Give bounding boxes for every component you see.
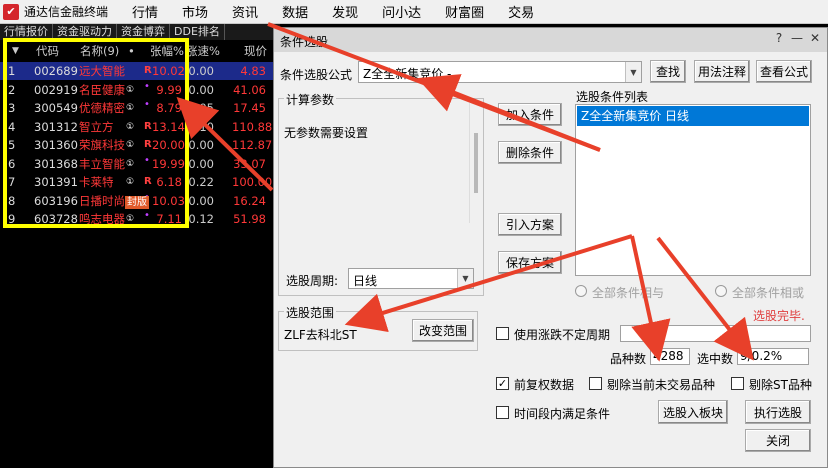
period-input[interactable] — [620, 325, 811, 342]
find-button[interactable]: 查找 — [650, 60, 686, 83]
count-label: 品种数 — [610, 352, 647, 366]
app-logo-icon: ✔ — [3, 3, 19, 20]
selected-label: 选中数 — [697, 352, 734, 366]
minimize-icon[interactable]: — — [789, 31, 805, 45]
stock-speed: 0.00 — [188, 82, 214, 97]
menu-news[interactable]: 资讯 — [232, 2, 258, 21]
menu-quotes[interactable]: 行情 — [132, 2, 158, 21]
formula-value: Z全全新集竞价 - — [363, 67, 452, 81]
formula-label: 条件选股公式 — [280, 68, 353, 82]
use-period-label: 使用涨跌不定周期 — [514, 328, 611, 342]
time-period-label: 时间段内满足条件 — [514, 407, 611, 421]
range-value: ZLF去科北ST — [284, 328, 357, 342]
stock-price: 100.00 — [232, 175, 273, 189]
menu-market[interactable]: 市场 — [182, 2, 208, 21]
adj-data-checkbox[interactable]: ✓ — [496, 377, 509, 390]
header-speed[interactable]: 涨速% — [186, 42, 220, 60]
close-icon[interactable]: ✕ — [807, 31, 823, 45]
menu-data[interactable]: 数据 — [282, 2, 308, 21]
range-title: 选股范围 — [284, 304, 337, 321]
stock-speed: 0.22 — [188, 175, 214, 189]
menu-discover[interactable]: 发现 — [332, 2, 358, 21]
view-formula-button[interactable]: 查看公式 — [756, 60, 812, 83]
to-block-button[interactable]: 选股入板块 — [658, 400, 728, 424]
use-period-checkbox[interactable] — [496, 327, 509, 340]
exclude-untraded-checkbox[interactable] — [589, 377, 602, 390]
menu-bar: ✔ 通达信金融终端 行情 市场 资讯 数据 发现 问小达 财富圈 交易 — [0, 0, 828, 24]
count-value: 4288 — [650, 348, 690, 365]
stock-price: 112.87 — [232, 138, 273, 152]
formula-select[interactable]: Z全全新集竞价 - ▼ — [358, 61, 642, 83]
menu-wealth[interactable]: 财富圈 — [445, 2, 484, 21]
stock-speed: 0.10 — [188, 119, 214, 134]
status-text: 选股完毕. — [753, 309, 805, 323]
radio-all-and-label: 全部条件相与 — [592, 286, 665, 300]
radio-all-and[interactable] — [575, 285, 587, 297]
exclude-st-label: 剔除ST品种 — [749, 378, 812, 392]
save-plan-button[interactable]: 保存方案 — [498, 251, 562, 274]
stock-speed: 0.05 — [188, 101, 214, 115]
radio-all-or[interactable] — [715, 285, 727, 297]
import-plan-button[interactable]: 引入方案 — [498, 213, 562, 236]
condition-listbox[interactable]: Z全全新集竞价 日线 — [575, 104, 811, 276]
exclude-st-checkbox[interactable] — [731, 377, 744, 390]
stock-speed: 0.00 — [188, 64, 214, 78]
time-period-checkbox[interactable] — [496, 406, 509, 419]
header-price[interactable]: 现价 — [244, 42, 267, 60]
period-select[interactable]: 日线 ▼ — [348, 268, 474, 289]
stock-speed: 0.00 — [188, 138, 214, 152]
period-value: 日线 — [353, 274, 378, 288]
condition-select-dialog: 条件选股 ? — ✕ 条件选股公式 Z全全新集竞价 - ▼ 查找 用法注释 查看… — [273, 27, 828, 468]
stock-speed: 0.00 — [188, 156, 214, 171]
stock-price: 17.45 — [233, 101, 266, 115]
period-label: 选股周期: — [286, 274, 339, 288]
chevron-down-icon[interactable]: ▼ — [457, 269, 473, 288]
add-condition-button[interactable]: 加入条件 — [498, 103, 562, 126]
dialog-title: 条件选股 — [280, 35, 329, 49]
help-icon[interactable]: ? — [771, 31, 787, 45]
stock-price: 33.07 — [233, 156, 266, 171]
calc-params-title: 计算参数 — [284, 91, 337, 108]
menu-trade[interactable]: 交易 — [508, 2, 534, 21]
usage-button[interactable]: 用法注释 — [694, 60, 750, 83]
calc-params-text: 无参数需要设置 — [284, 126, 369, 140]
stock-price: 4.83 — [240, 64, 266, 78]
adj-data-label: 前复权数据 — [514, 378, 575, 392]
stock-price: 41.06 — [233, 82, 266, 97]
condition-list-title: 选股条件列表 — [576, 90, 649, 104]
condition-list-item[interactable]: Z全全新集竞价 日线 — [577, 106, 809, 126]
chevron-down-icon[interactable]: ▼ — [625, 62, 641, 82]
scrollbar-thumb[interactable] — [474, 133, 478, 193]
delete-condition-button[interactable]: 删除条件 — [498, 141, 562, 164]
stock-speed: 0.12 — [188, 212, 214, 226]
menu-ask[interactable]: 问小达 — [382, 2, 421, 21]
stock-price: 51.98 — [233, 212, 266, 226]
highlight-frame — [3, 38, 189, 228]
execute-button[interactable]: 执行选股 — [745, 400, 811, 424]
stock-price: 16.24 — [233, 193, 266, 208]
radio-all-or-label: 全部条件相或 — [732, 286, 805, 300]
exclude-untraded-label: 剔除当前未交易品种 — [607, 378, 716, 392]
stock-price: 110.88 — [232, 119, 273, 134]
app-title: 通达信金融终端 — [24, 5, 109, 19]
close-button[interactable]: 关闭 — [745, 429, 811, 452]
selected-value: 9/0.2% — [737, 348, 809, 365]
calc-params-scrollbar[interactable] — [469, 103, 481, 223]
dialog-titlebar: 条件选股 ? — ✕ — [274, 28, 827, 52]
change-range-button[interactable]: 改变范围 — [412, 319, 474, 342]
stock-speed: 0.00 — [188, 193, 214, 208]
